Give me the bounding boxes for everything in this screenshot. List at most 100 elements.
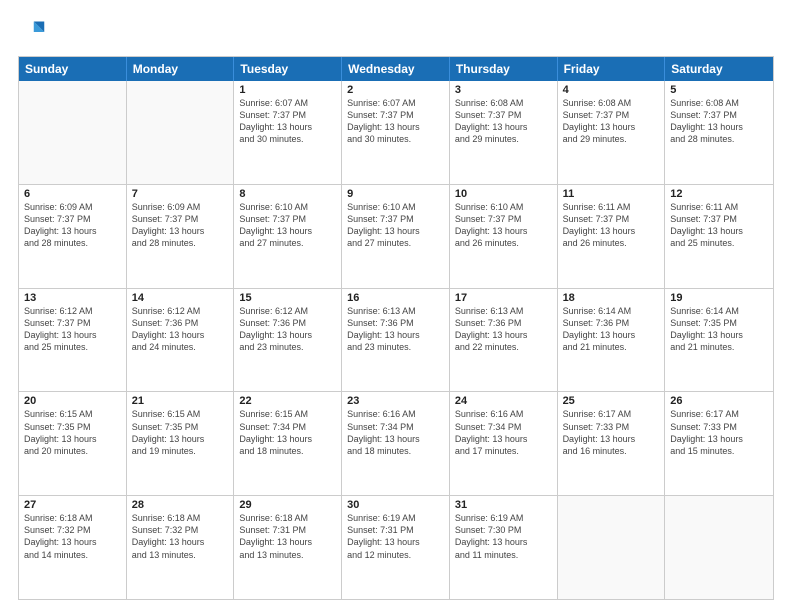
day-info: Sunrise: 6:18 AM Sunset: 7:32 PM Dayligh… xyxy=(132,512,229,561)
day-info: Sunrise: 6:17 AM Sunset: 7:33 PM Dayligh… xyxy=(670,408,768,457)
calendar-cell: 9Sunrise: 6:10 AM Sunset: 7:37 PM Daylig… xyxy=(342,185,450,288)
day-info: Sunrise: 6:13 AM Sunset: 7:36 PM Dayligh… xyxy=(347,305,444,354)
day-number: 27 xyxy=(24,499,121,511)
day-info: Sunrise: 6:12 AM Sunset: 7:36 PM Dayligh… xyxy=(239,305,336,354)
day-info: Sunrise: 6:15 AM Sunset: 7:35 PM Dayligh… xyxy=(24,408,121,457)
calendar-cell: 22Sunrise: 6:15 AM Sunset: 7:34 PM Dayli… xyxy=(234,392,342,495)
calendar-cell: 31Sunrise: 6:19 AM Sunset: 7:30 PM Dayli… xyxy=(450,496,558,599)
day-number: 15 xyxy=(239,292,336,304)
logo-icon xyxy=(18,18,46,46)
day-number: 30 xyxy=(347,499,444,511)
calendar-row: 6Sunrise: 6:09 AM Sunset: 7:37 PM Daylig… xyxy=(19,185,773,289)
calendar-cell: 13Sunrise: 6:12 AM Sunset: 7:37 PM Dayli… xyxy=(19,289,127,392)
calendar-cell: 25Sunrise: 6:17 AM Sunset: 7:33 PM Dayli… xyxy=(558,392,666,495)
day-number: 22 xyxy=(239,395,336,407)
calendar-cell: 26Sunrise: 6:17 AM Sunset: 7:33 PM Dayli… xyxy=(665,392,773,495)
day-info: Sunrise: 6:09 AM Sunset: 7:37 PM Dayligh… xyxy=(132,201,229,250)
header xyxy=(18,18,774,46)
calendar-cell: 2Sunrise: 6:07 AM Sunset: 7:37 PM Daylig… xyxy=(342,81,450,184)
day-number: 17 xyxy=(455,292,552,304)
calendar-cell: 12Sunrise: 6:11 AM Sunset: 7:37 PM Dayli… xyxy=(665,185,773,288)
day-info: Sunrise: 6:07 AM Sunset: 7:37 PM Dayligh… xyxy=(239,97,336,146)
day-info: Sunrise: 6:11 AM Sunset: 7:37 PM Dayligh… xyxy=(670,201,768,250)
day-number: 24 xyxy=(455,395,552,407)
calendar-cell: 4Sunrise: 6:08 AM Sunset: 7:37 PM Daylig… xyxy=(558,81,666,184)
calendar-header: SundayMondayTuesdayWednesdayThursdayFrid… xyxy=(19,57,773,81)
day-number: 25 xyxy=(563,395,660,407)
day-number: 21 xyxy=(132,395,229,407)
day-info: Sunrise: 6:08 AM Sunset: 7:37 PM Dayligh… xyxy=(670,97,768,146)
calendar-cell: 21Sunrise: 6:15 AM Sunset: 7:35 PM Dayli… xyxy=(127,392,235,495)
header-day-monday: Monday xyxy=(127,57,235,81)
day-info: Sunrise: 6:08 AM Sunset: 7:37 PM Dayligh… xyxy=(563,97,660,146)
calendar-cell: 14Sunrise: 6:12 AM Sunset: 7:36 PM Dayli… xyxy=(127,289,235,392)
page: SundayMondayTuesdayWednesdayThursdayFrid… xyxy=(0,0,792,612)
calendar-cell: 23Sunrise: 6:16 AM Sunset: 7:34 PM Dayli… xyxy=(342,392,450,495)
day-number: 16 xyxy=(347,292,444,304)
day-number: 19 xyxy=(670,292,768,304)
day-info: Sunrise: 6:08 AM Sunset: 7:37 PM Dayligh… xyxy=(455,97,552,146)
calendar-cell: 1Sunrise: 6:07 AM Sunset: 7:37 PM Daylig… xyxy=(234,81,342,184)
day-number: 31 xyxy=(455,499,552,511)
calendar-cell: 30Sunrise: 6:19 AM Sunset: 7:31 PM Dayli… xyxy=(342,496,450,599)
day-info: Sunrise: 6:12 AM Sunset: 7:37 PM Dayligh… xyxy=(24,305,121,354)
calendar-cell xyxy=(558,496,666,599)
day-info: Sunrise: 6:17 AM Sunset: 7:33 PM Dayligh… xyxy=(563,408,660,457)
day-info: Sunrise: 6:19 AM Sunset: 7:31 PM Dayligh… xyxy=(347,512,444,561)
day-number: 10 xyxy=(455,188,552,200)
day-number: 8 xyxy=(239,188,336,200)
day-number: 29 xyxy=(239,499,336,511)
header-day-thursday: Thursday xyxy=(450,57,558,81)
day-info: Sunrise: 6:12 AM Sunset: 7:36 PM Dayligh… xyxy=(132,305,229,354)
day-info: Sunrise: 6:18 AM Sunset: 7:32 PM Dayligh… xyxy=(24,512,121,561)
calendar-cell xyxy=(665,496,773,599)
calendar-cell: 8Sunrise: 6:10 AM Sunset: 7:37 PM Daylig… xyxy=(234,185,342,288)
header-day-saturday: Saturday xyxy=(665,57,773,81)
day-info: Sunrise: 6:10 AM Sunset: 7:37 PM Dayligh… xyxy=(455,201,552,250)
day-number: 14 xyxy=(132,292,229,304)
calendar-cell: 24Sunrise: 6:16 AM Sunset: 7:34 PM Dayli… xyxy=(450,392,558,495)
calendar-row: 20Sunrise: 6:15 AM Sunset: 7:35 PM Dayli… xyxy=(19,392,773,496)
header-day-friday: Friday xyxy=(558,57,666,81)
calendar-row: 13Sunrise: 6:12 AM Sunset: 7:37 PM Dayli… xyxy=(19,289,773,393)
day-number: 11 xyxy=(563,188,660,200)
calendar-cell: 27Sunrise: 6:18 AM Sunset: 7:32 PM Dayli… xyxy=(19,496,127,599)
calendar-cell xyxy=(127,81,235,184)
day-number: 23 xyxy=(347,395,444,407)
calendar-cell: 29Sunrise: 6:18 AM Sunset: 7:31 PM Dayli… xyxy=(234,496,342,599)
day-info: Sunrise: 6:18 AM Sunset: 7:31 PM Dayligh… xyxy=(239,512,336,561)
day-info: Sunrise: 6:14 AM Sunset: 7:35 PM Dayligh… xyxy=(670,305,768,354)
day-number: 12 xyxy=(670,188,768,200)
day-number: 6 xyxy=(24,188,121,200)
day-number: 28 xyxy=(132,499,229,511)
calendar-cell: 19Sunrise: 6:14 AM Sunset: 7:35 PM Dayli… xyxy=(665,289,773,392)
day-info: Sunrise: 6:09 AM Sunset: 7:37 PM Dayligh… xyxy=(24,201,121,250)
header-day-wednesday: Wednesday xyxy=(342,57,450,81)
calendar-cell: 16Sunrise: 6:13 AM Sunset: 7:36 PM Dayli… xyxy=(342,289,450,392)
calendar-row: 1Sunrise: 6:07 AM Sunset: 7:37 PM Daylig… xyxy=(19,81,773,185)
calendar-row: 27Sunrise: 6:18 AM Sunset: 7:32 PM Dayli… xyxy=(19,496,773,599)
day-info: Sunrise: 6:16 AM Sunset: 7:34 PM Dayligh… xyxy=(347,408,444,457)
calendar-cell: 10Sunrise: 6:10 AM Sunset: 7:37 PM Dayli… xyxy=(450,185,558,288)
calendar-cell: 20Sunrise: 6:15 AM Sunset: 7:35 PM Dayli… xyxy=(19,392,127,495)
day-number: 9 xyxy=(347,188,444,200)
day-number: 7 xyxy=(132,188,229,200)
calendar-cell: 3Sunrise: 6:08 AM Sunset: 7:37 PM Daylig… xyxy=(450,81,558,184)
day-number: 3 xyxy=(455,84,552,96)
day-info: Sunrise: 6:11 AM Sunset: 7:37 PM Dayligh… xyxy=(563,201,660,250)
day-number: 1 xyxy=(239,84,336,96)
day-info: Sunrise: 6:16 AM Sunset: 7:34 PM Dayligh… xyxy=(455,408,552,457)
calendar-cell: 11Sunrise: 6:11 AM Sunset: 7:37 PM Dayli… xyxy=(558,185,666,288)
calendar-cell: 18Sunrise: 6:14 AM Sunset: 7:36 PM Dayli… xyxy=(558,289,666,392)
logo xyxy=(18,18,50,46)
calendar-cell: 5Sunrise: 6:08 AM Sunset: 7:37 PM Daylig… xyxy=(665,81,773,184)
calendar-cell: 7Sunrise: 6:09 AM Sunset: 7:37 PM Daylig… xyxy=(127,185,235,288)
calendar-cell: 6Sunrise: 6:09 AM Sunset: 7:37 PM Daylig… xyxy=(19,185,127,288)
day-info: Sunrise: 6:10 AM Sunset: 7:37 PM Dayligh… xyxy=(347,201,444,250)
day-number: 26 xyxy=(670,395,768,407)
day-info: Sunrise: 6:13 AM Sunset: 7:36 PM Dayligh… xyxy=(455,305,552,354)
calendar-cell: 17Sunrise: 6:13 AM Sunset: 7:36 PM Dayli… xyxy=(450,289,558,392)
calendar-cell: 28Sunrise: 6:18 AM Sunset: 7:32 PM Dayli… xyxy=(127,496,235,599)
day-info: Sunrise: 6:14 AM Sunset: 7:36 PM Dayligh… xyxy=(563,305,660,354)
calendar-cell: 15Sunrise: 6:12 AM Sunset: 7:36 PM Dayli… xyxy=(234,289,342,392)
